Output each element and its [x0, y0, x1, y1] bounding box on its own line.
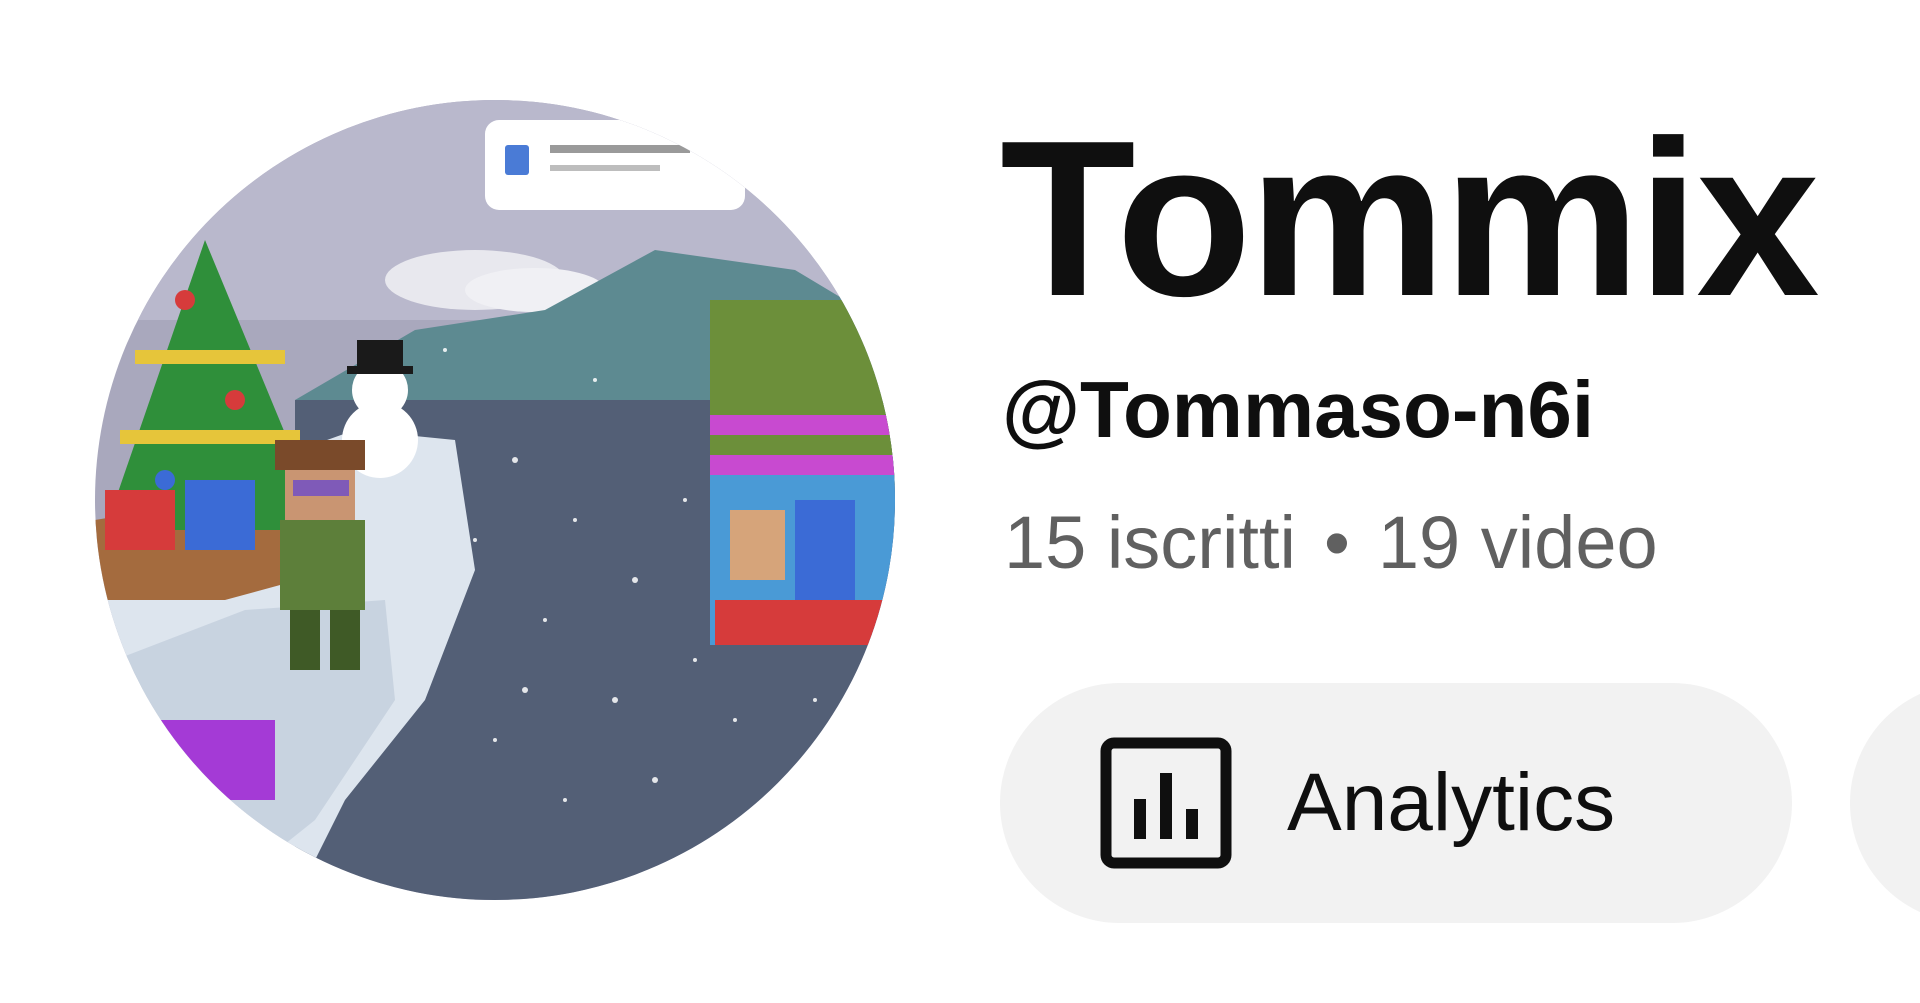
channel-info: Tommix @Tommaso-n6i 15 iscritti • 19 video… — [1000, 0, 1920, 1003]
channel-handle: @Tommaso-n6i — [1002, 365, 1595, 454]
analytics-icon — [1100, 737, 1232, 869]
video-count: 19 video — [1377, 501, 1658, 584]
subscriber-count: 15 iscritti — [1004, 501, 1296, 584]
avatar-image — [95, 100, 895, 900]
analytics-button[interactable]: Analytics — [1000, 683, 1792, 923]
analytics-label: Analytics — [1287, 757, 1616, 848]
stats-separator: • — [1323, 501, 1350, 584]
channel-stats: 15 iscritti • 19 video — [1004, 506, 1658, 580]
channel-header: Tommix @Tommaso-n6i 15 iscritti • 19 video… — [0, 0, 1920, 1003]
channel-avatar[interactable] — [95, 100, 895, 900]
next-action-button[interactable] — [1850, 683, 1920, 923]
channel-name: Tommix — [1000, 95, 1820, 343]
